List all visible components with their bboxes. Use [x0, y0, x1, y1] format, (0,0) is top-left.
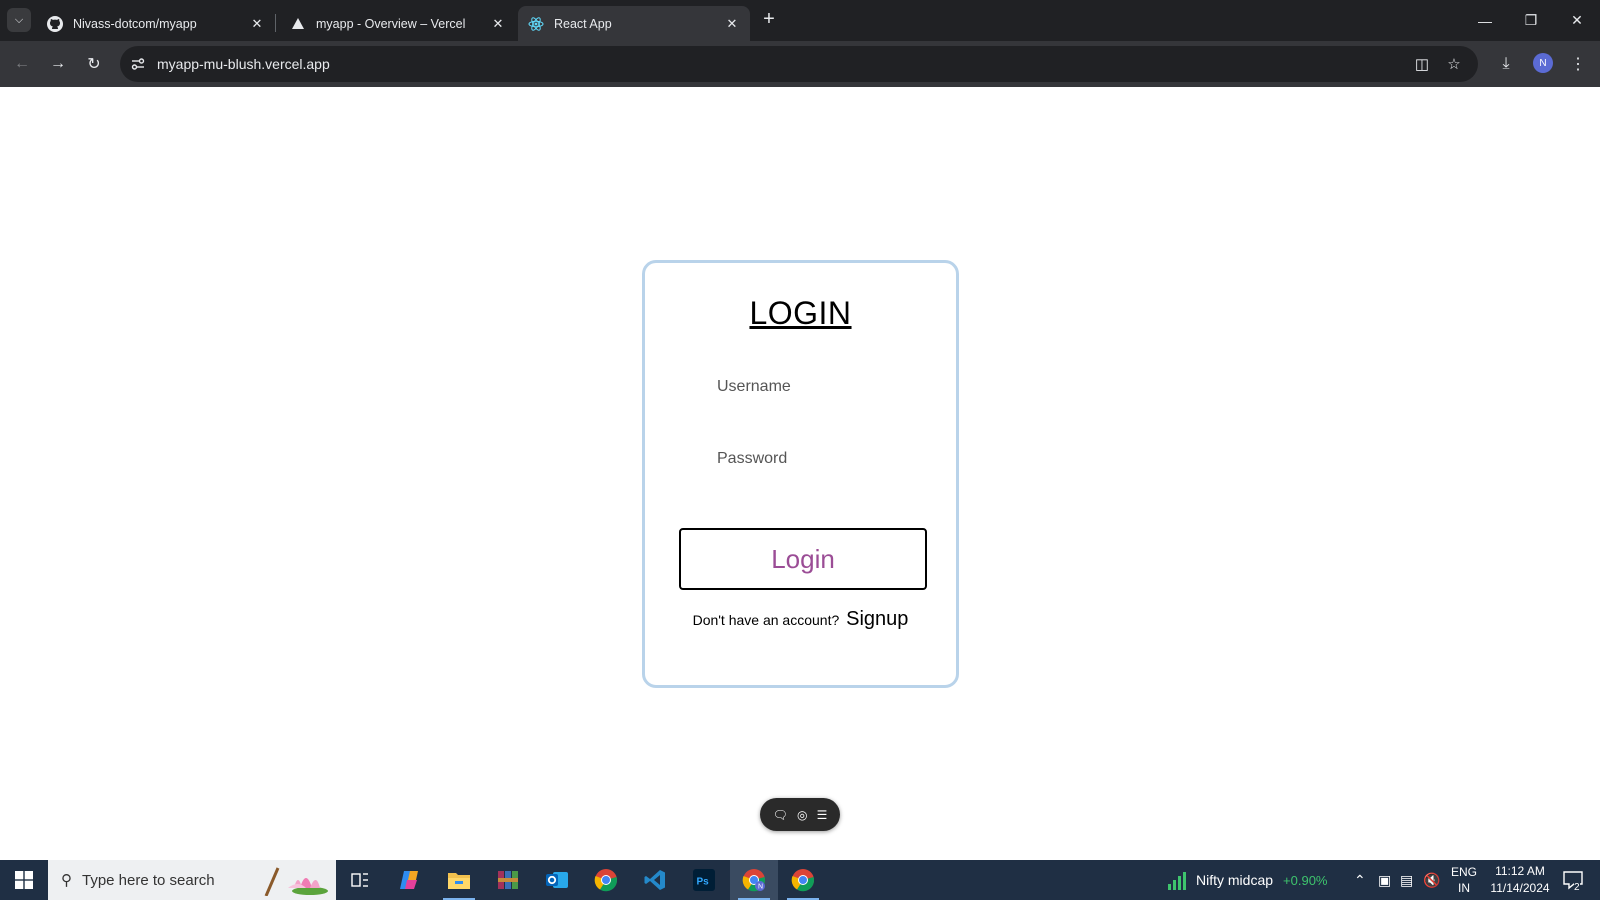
region-code: IN [1458, 881, 1470, 895]
close-tab-icon[interactable]: ✕ [722, 14, 742, 34]
windows-start-icon[interactable] [0, 860, 48, 900]
search-icon: ⚲ [61, 872, 72, 889]
login-button[interactable]: Login [679, 528, 927, 590]
tab-title: Nivass-dotcom/myapp [73, 16, 197, 31]
tab-title: React App [554, 16, 612, 31]
svg-text:N: N [758, 884, 763, 891]
search-highlight-lotus-icon [264, 867, 328, 896]
vercel-icon [290, 16, 306, 32]
profile-avatar[interactable]: N [1533, 53, 1553, 73]
signup-row: Don't have an account? Signup [645, 608, 956, 631]
stock-widget[interactable]: Nifty midcap +0.90% [1166, 860, 1327, 900]
show-hidden-icons-chevron-icon[interactable]: ⌃ [1354, 860, 1366, 900]
reload-icon[interactable]: ↻ [80, 50, 108, 78]
install-app-icon[interactable]: ◫ [1410, 52, 1434, 76]
chrome-icon[interactable] [779, 860, 827, 900]
stock-chart-icon [1168, 872, 1186, 890]
site-info-icon[interactable] [126, 52, 150, 76]
new-tab-button[interactable]: + [758, 9, 780, 31]
floating-toolbar: 🗨 ◎ ☰ [760, 798, 840, 831]
task-view-icon[interactable] [336, 860, 384, 900]
outlook-icon[interactable] [533, 860, 581, 900]
meet-now-icon[interactable]: ▣ [1378, 860, 1391, 900]
restore-icon[interactable]: ❐ [1508, 0, 1554, 41]
url-text: myapp-mu-blush.vercel.app [157, 56, 330, 72]
chrome-icon[interactable] [582, 860, 630, 900]
file-explorer-icon[interactable] [435, 860, 483, 900]
search-placeholder: Type here to search [82, 871, 215, 889]
address-bar[interactable]: myapp-mu-blush.vercel.app ◫ ☆ [120, 46, 1478, 82]
tab-vercel[interactable]: myapp - Overview – Vercel ✕ [280, 6, 516, 41]
toggle-icon[interactable]: ◎ [797, 808, 807, 822]
tab-strip: ⌵ Nivass-dotcom/myapp ✕ myapp - Overview… [0, 0, 1600, 41]
tab-divider [275, 14, 276, 32]
network-icon[interactable]: ▤ [1400, 860, 1413, 900]
chrome-profile-icon[interactable]: N [730, 860, 778, 900]
tab-github[interactable]: Nivass-dotcom/myapp ✕ [37, 6, 275, 41]
menu-icon[interactable]: ☰ [817, 808, 828, 822]
menu-kebab-icon[interactable]: ⋮ [1564, 50, 1592, 78]
tab-title: myapp - Overview – Vercel [316, 16, 466, 31]
close-tab-icon[interactable]: ✕ [247, 14, 267, 34]
login-card: LOGIN Login Don't have an account? Signu… [642, 260, 959, 688]
photoshop-icon[interactable]: Ps [680, 860, 728, 900]
taskbar-clock[interactable]: 11:12 AM 11/14/2024 [1485, 863, 1555, 897]
clock-time: 11:12 AM [1495, 864, 1545, 878]
tab-search-chevron-icon[interactable]: ⌵ [7, 8, 31, 32]
close-window-icon[interactable]: ✕ [1554, 0, 1600, 41]
minimize-icon[interactable]: — [1462, 0, 1508, 41]
back-icon[interactable]: ← [8, 50, 36, 78]
react-icon [528, 16, 544, 32]
tab-react-app[interactable]: React App ✕ [518, 6, 750, 41]
taskbar: ⚲ Type here to search Ps N Nifty midcap … [0, 860, 1600, 900]
notification-center-icon[interactable]: 2 [1556, 860, 1590, 900]
close-tab-icon[interactable]: ✕ [488, 14, 508, 34]
browser-toolbar: ← → ↻ myapp-mu-blush.vercel.app ◫ ☆ ⤓ ⋮ [0, 41, 1600, 87]
forward-icon[interactable]: → [44, 50, 72, 78]
stock-name: Nifty midcap [1196, 872, 1274, 888]
comment-icon[interactable]: 🗨 [773, 808, 788, 822]
taskbar-search-box[interactable]: ⚲ Type here to search [48, 860, 336, 900]
lang-code: ENG [1450, 865, 1477, 879]
language-indicator[interactable]: ENG IN [1449, 860, 1479, 900]
winrar-icon[interactable] [484, 860, 532, 900]
password-input[interactable] [717, 444, 917, 474]
page-content: LOGIN Login Don't have an account? Signu… [0, 87, 1600, 860]
signup-link[interactable]: Signup [846, 608, 908, 630]
stock-change: +0.90% [1283, 872, 1328, 888]
clock-date: 11/14/2024 [1490, 881, 1550, 895]
vscode-icon[interactable] [631, 860, 679, 900]
bookmark-star-icon[interactable]: ☆ [1442, 52, 1466, 76]
download-icon[interactable]: ⤓ [1492, 50, 1520, 78]
github-icon [47, 15, 63, 32]
login-heading: LOGIN [749, 295, 852, 331]
svg-text:Ps: Ps [697, 877, 710, 888]
signup-prompt: Don't have an account? [692, 612, 840, 628]
username-input[interactable] [717, 372, 917, 402]
copilot-icon[interactable] [386, 860, 434, 900]
volume-muted-icon[interactable]: 🔇 [1423, 860, 1440, 900]
notification-count: 2 [1574, 882, 1580, 893]
